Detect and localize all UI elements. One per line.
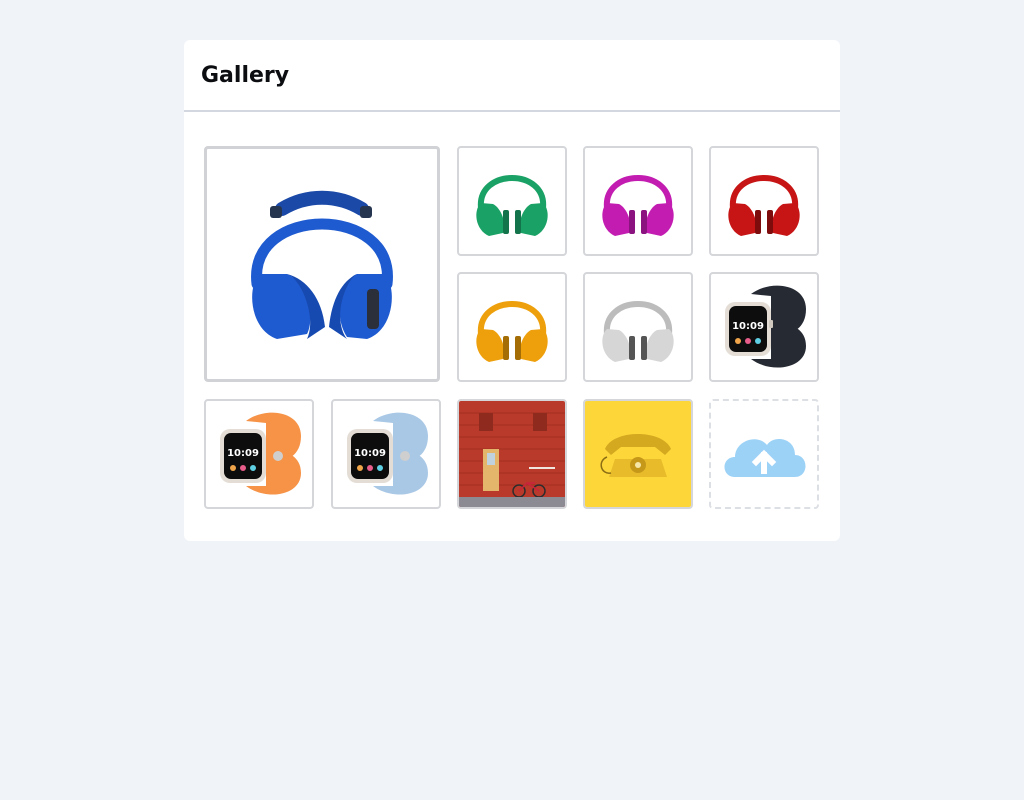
blue-headphones-icon [251, 190, 393, 339]
thumbnail-red-headphones[interactable] [709, 146, 819, 256]
gallery-header: Gallery [184, 40, 840, 112]
orange-watch-icon: 10:09 [220, 412, 301, 495]
cloud-upload-icon [724, 439, 806, 477]
thumbnail-silver-headphones[interactable] [583, 272, 693, 382]
thumbnail-yellow-phone-photo[interactable] [583, 399, 693, 509]
svg-text:10:09: 10:09 [227, 448, 259, 459]
green-headphones-icon [476, 175, 548, 236]
svg-text:10:09: 10:09 [354, 448, 386, 459]
silver-headphones-icon [602, 301, 674, 362]
gallery-title: Gallery [201, 62, 290, 88]
thumbnail-orange-headphones[interactable] [457, 272, 567, 382]
yellow-phone-photo-icon [585, 401, 691, 507]
red-headphones-icon [728, 175, 800, 236]
thumbnail-midnight-watch[interactable]: 10:09 [709, 272, 819, 382]
thumbnail-brick-door-photo[interactable] [457, 399, 567, 509]
blue-watch-icon: 10:09 [347, 412, 428, 495]
thumbnail-magenta-headphones[interactable] [583, 146, 693, 256]
thumbnail-orange-watch[interactable]: 10:09 [204, 399, 314, 509]
thumbnail-green-headphones[interactable] [457, 146, 567, 256]
midnight-watch-icon: 10:09 [725, 285, 806, 368]
main-image-blue-headphones[interactable] [204, 146, 440, 382]
magenta-headphones-icon [602, 175, 674, 236]
upload-dropzone[interactable] [709, 399, 819, 509]
orange-headphones-icon [476, 301, 548, 362]
gallery-card: Gallery 10:09 10:09 10:09 [184, 40, 840, 541]
thumbnail-blue-watch[interactable]: 10:09 [331, 399, 441, 509]
svg-text:10:09: 10:09 [732, 321, 764, 332]
brick-door-photo-icon [459, 401, 565, 507]
